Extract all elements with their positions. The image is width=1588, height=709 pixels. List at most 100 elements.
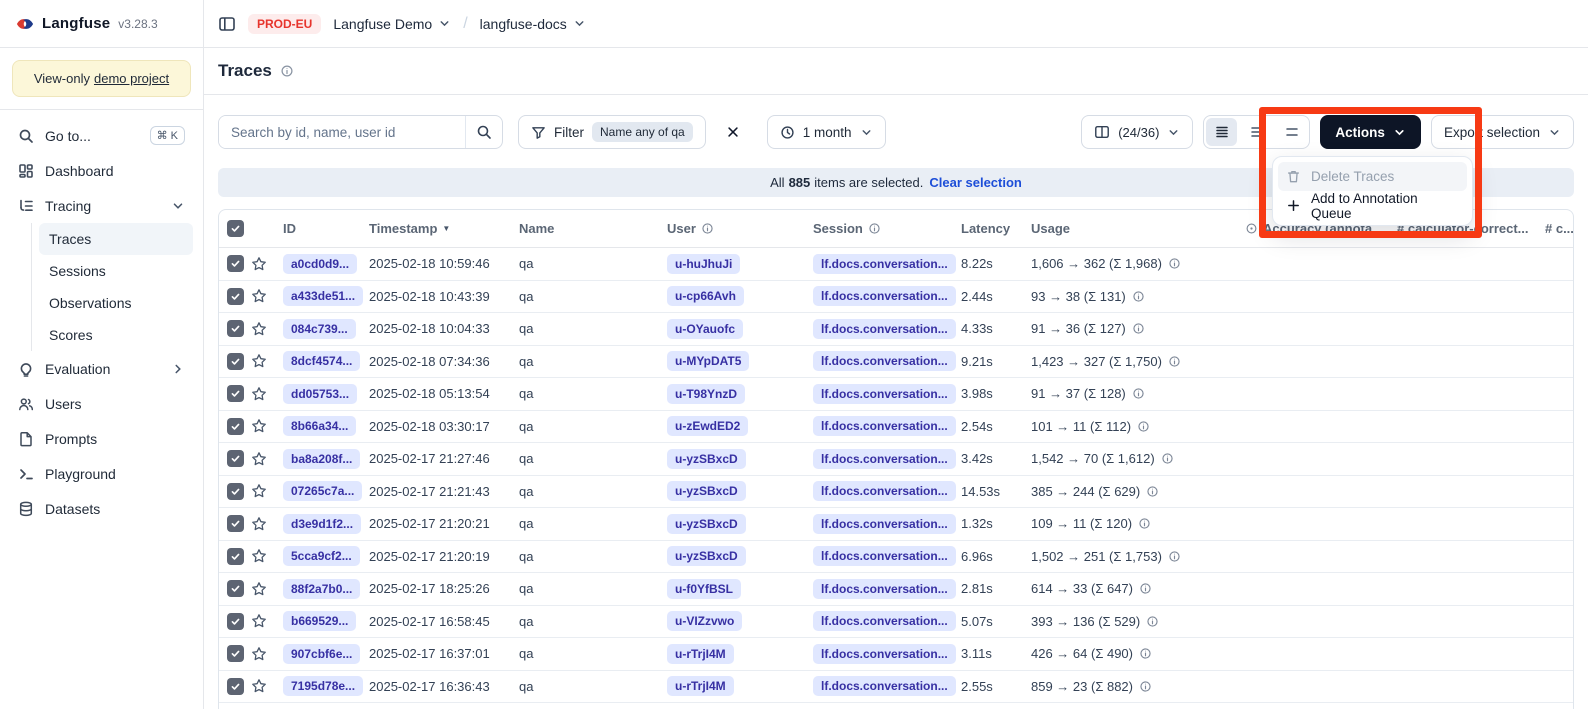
columns-button[interactable]: (24/36) [1081,115,1193,149]
row-checkbox[interactable] [227,678,244,695]
table-row[interactable]: 084c739... 2025-02-18 10:04:33 qa u-OYau… [219,313,1573,346]
session-badge[interactable]: lf.docs.conversation... [813,286,956,306]
trace-id-badge[interactable]: 88f2a7b0... [283,579,360,599]
sidebar-item-scores[interactable]: Scores [39,319,193,351]
table-row[interactable]: a0cd0d9... 2025-02-18 10:59:46 qa u-huJh… [219,248,1573,281]
row-checkbox[interactable] [227,353,244,370]
menu-item-add-to-annotation-queue[interactable]: Add to Annotation Queue [1278,191,1467,220]
user-badge[interactable]: u-yzSBxcD [667,449,746,469]
col-header-timestamp[interactable]: Timestamp▼ [365,221,515,236]
export-selection-button[interactable]: Export selection [1431,115,1574,149]
sidebar-item-observations[interactable]: Observations [39,287,193,319]
session-badge[interactable]: lf.docs.conversation... [813,481,956,501]
table-row[interactable]: b669529... 2025-02-17 16:58:45 qa u-VIZz… [219,606,1573,639]
star-icon[interactable] [251,386,267,402]
demo-project-link[interactable]: demo project [94,71,169,86]
row-checkbox[interactable] [227,320,244,337]
row-checkbox[interactable] [227,483,244,500]
session-badge[interactable]: lf.docs.conversation... [813,416,956,436]
sidebar-item-traces[interactable]: Traces [39,223,193,255]
trace-id-badge[interactable]: 07265c7a... [283,481,362,501]
row-height-medium-button[interactable] [1239,116,1274,148]
user-badge[interactable]: u-cp66Avh [667,286,744,306]
user-badge[interactable]: u-zEwdED2 [667,416,748,436]
star-icon[interactable] [251,353,267,369]
star-icon[interactable] [251,288,267,304]
trace-id-badge[interactable]: d3e9d1f2... [283,514,361,534]
sidebar-item-prompts[interactable]: Prompts [10,421,193,456]
user-badge[interactable]: u-T98YnzD [667,384,745,404]
col-header-id[interactable]: ID [277,221,365,236]
star-icon[interactable] [251,483,267,499]
user-badge[interactable]: u-rTrjI4M [667,676,734,696]
star-icon[interactable] [251,256,267,272]
row-checkbox[interactable] [227,450,244,467]
table-row[interactable]: a433de51... 2025-02-18 10:43:39 qa u-cp6… [219,281,1573,314]
col-header-user[interactable]: User [661,221,807,236]
row-checkbox[interactable] [227,385,244,402]
table-row[interactable]: dd05753... 2025-02-18 05:13:54 qa u-T98Y… [219,378,1573,411]
clear-filter-button[interactable] [720,119,746,145]
breadcrumb-org[interactable]: Langfuse Demo [333,16,451,32]
user-badge[interactable]: u-yzSBxcD [667,546,746,566]
session-badge[interactable]: lf.docs.conversation... [813,449,956,469]
session-badge[interactable]: lf.docs.conversation... [813,546,956,566]
select-all-checkbox[interactable] [227,220,244,237]
star-icon[interactable] [251,548,267,564]
trace-id-badge[interactable]: 084c739... [283,319,356,339]
trace-id-badge[interactable]: 7195d78e... [283,676,363,696]
col-header-latency[interactable]: Latency [957,221,1027,236]
col-header-session[interactable]: Session [807,221,957,236]
row-checkbox[interactable] [227,515,244,532]
table-row[interactable]: ba8a208f... 2025-02-17 21:27:46 qa u-yzS… [219,443,1573,476]
table-row[interactable]: d3e9d1f2... 2025-02-17 21:20:21 qa u-yzS… [219,508,1573,541]
user-badge[interactable]: u-MYpDAT5 [667,351,749,371]
trace-id-badge[interactable]: 907cbf6e... [283,644,360,664]
session-badge[interactable]: lf.docs.conversation... [813,384,956,404]
trace-id-badge[interactable]: dd05753... [283,384,357,404]
search-input[interactable] [219,116,465,148]
trace-id-badge[interactable]: a0cd0d9... [283,254,357,274]
star-icon[interactable] [251,581,267,597]
star-icon[interactable] [251,451,267,467]
table-row[interactable]: 5cca9cf2... 2025-02-17 21:20:19 qa u-yzS… [219,541,1573,574]
user-badge[interactable]: u-OYauofc [667,319,743,339]
session-badge[interactable]: lf.docs.conversation... [813,254,956,274]
user-badge[interactable]: u-rTrjI4M [667,644,734,664]
table-row[interactable]: 7195d78e... 2025-02-17 16:36:43 qa u-rTr… [219,671,1573,704]
star-icon[interactable] [251,418,267,434]
row-checkbox[interactable] [227,255,244,272]
table-row[interactable]: 8dcf4574... 2025-02-18 07:34:36 qa u-MYp… [219,346,1573,379]
filter-button[interactable]: Filter Name any of qa [518,115,706,149]
table-row[interactable]: 88f2a7b0... 2025-02-17 18:25:26 qa u-f0Y… [219,573,1573,606]
table-row[interactable]: 907cbf6e... 2025-02-17 16:37:01 qa u-rTr… [219,638,1573,671]
sidebar-item-evaluation[interactable]: Evaluation [10,351,193,386]
clear-selection-link[interactable]: Clear selection [929,175,1022,190]
breadcrumb-project[interactable]: langfuse-docs [480,16,586,32]
session-badge[interactable]: lf.docs.conversation... [813,676,956,696]
user-badge[interactable]: u-f0YfBSL [667,579,741,599]
star-icon[interactable] [251,678,267,694]
session-badge[interactable]: lf.docs.conversation... [813,319,956,339]
row-checkbox[interactable] [227,613,244,630]
session-badge[interactable]: lf.docs.conversation... [813,644,956,664]
row-height-small-button[interactable] [1206,118,1237,146]
row-checkbox[interactable] [227,288,244,305]
star-icon[interactable] [251,516,267,532]
user-badge[interactable]: u-VIZzvwo [667,611,742,631]
search-icon[interactable] [465,116,502,148]
star-icon[interactable] [251,613,267,629]
session-badge[interactable]: lf.docs.conversation... [813,351,956,371]
user-badge[interactable]: u-yzSBxcD [667,514,746,534]
row-height-large-button[interactable] [1274,116,1309,148]
col-header-usage[interactable]: Usage [1027,221,1241,236]
star-icon[interactable] [251,646,267,662]
row-checkbox[interactable] [227,580,244,597]
sidebar-item-dashboard[interactable]: Dashboard [10,153,193,188]
sidebar-item-goto[interactable]: Go to... ⌘ K [10,118,193,153]
sidebar-item-sessions[interactable]: Sessions [39,255,193,287]
panel-left-icon[interactable] [218,15,236,33]
sidebar-item-users[interactable]: Users [10,386,193,421]
row-checkbox[interactable] [227,645,244,662]
sidebar-item-tracing[interactable]: Tracing [10,188,193,223]
